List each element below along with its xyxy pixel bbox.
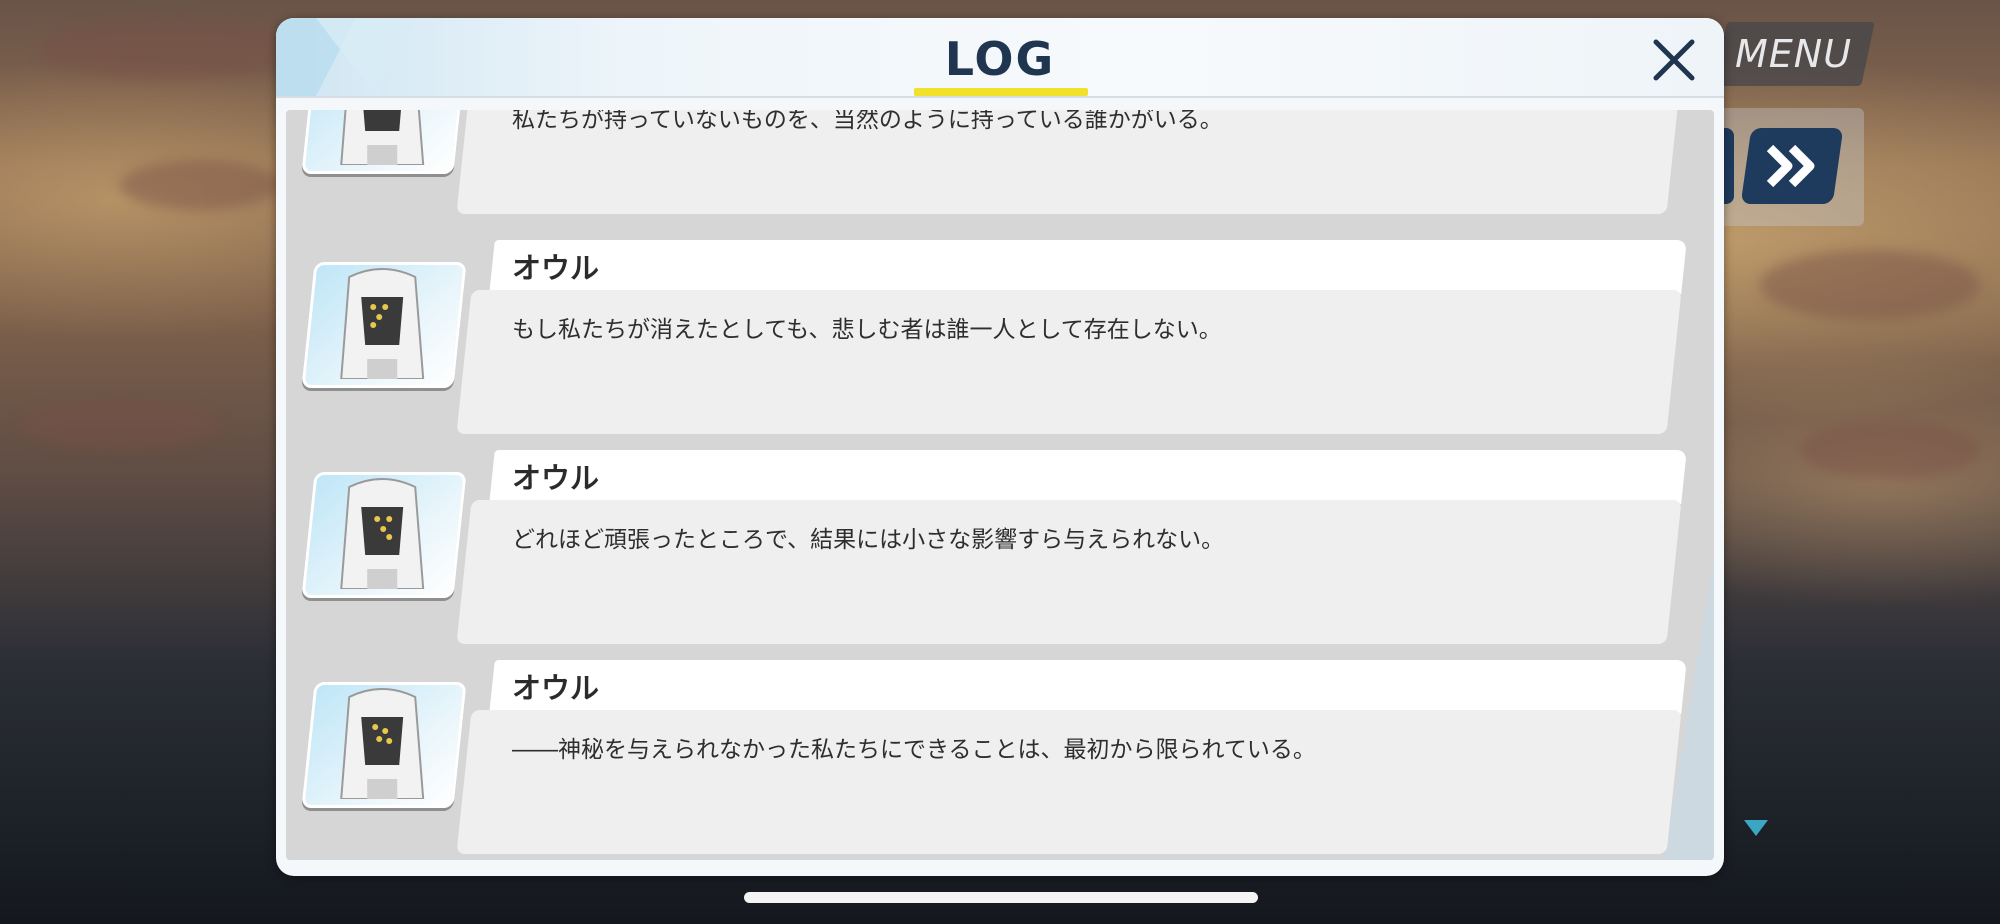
owl-portrait <box>340 478 425 589</box>
triangle-down-icon[interactable] <box>1742 818 1770 838</box>
fast-forward-button[interactable] <box>1740 128 1844 204</box>
log-title: LOG <box>944 32 1056 86</box>
close-icon[interactable] <box>1646 32 1702 88</box>
message-text: ――神秘を与えられなかった私たちにできることは、最初から限られている。 <box>512 737 1316 763</box>
home-indicator[interactable] <box>744 892 1258 903</box>
log-dialog: LOG 私たちが持っていないものを、当然のように持っている誰かがいる。 オウル … <box>276 18 1724 876</box>
title-underline <box>914 88 1088 96</box>
message-text: もし私たちが消えたとしても、悲しむ者は誰一人として存在しない。 <box>512 317 1222 343</box>
double-chevron-right-icon <box>1766 144 1815 188</box>
speaker-name-bar <box>489 660 1687 714</box>
avatar <box>301 682 467 808</box>
message-text: 私たちが持っていないものを、当然のように持っている誰かがいる。 <box>512 110 1223 133</box>
owl-portrait <box>340 110 425 165</box>
speaker-name: オウル <box>512 251 600 285</box>
avatar <box>301 262 467 388</box>
log-list[interactable]: 私たちが持っていないものを、当然のように持っている誰かがいる。 オウル もし私た… <box>286 110 1714 860</box>
speaker-name: オウル <box>512 461 600 495</box>
owl-portrait <box>340 268 425 379</box>
menu-button[interactable]: MENU <box>1713 22 1875 86</box>
message-text: どれほど頑張ったところで、結果には小さな影響すら与えられない。 <box>512 527 1225 553</box>
speaker-name-bar <box>489 450 1687 504</box>
speaker-name: オウル <box>512 671 600 705</box>
header-divider <box>276 96 1724 98</box>
avatar <box>301 110 467 174</box>
menu-label: MENU <box>1735 32 1853 76</box>
avatar <box>301 472 467 598</box>
speaker-name-bar <box>489 240 1687 294</box>
log-header: LOG <box>276 18 1724 96</box>
owl-portrait <box>340 688 425 799</box>
